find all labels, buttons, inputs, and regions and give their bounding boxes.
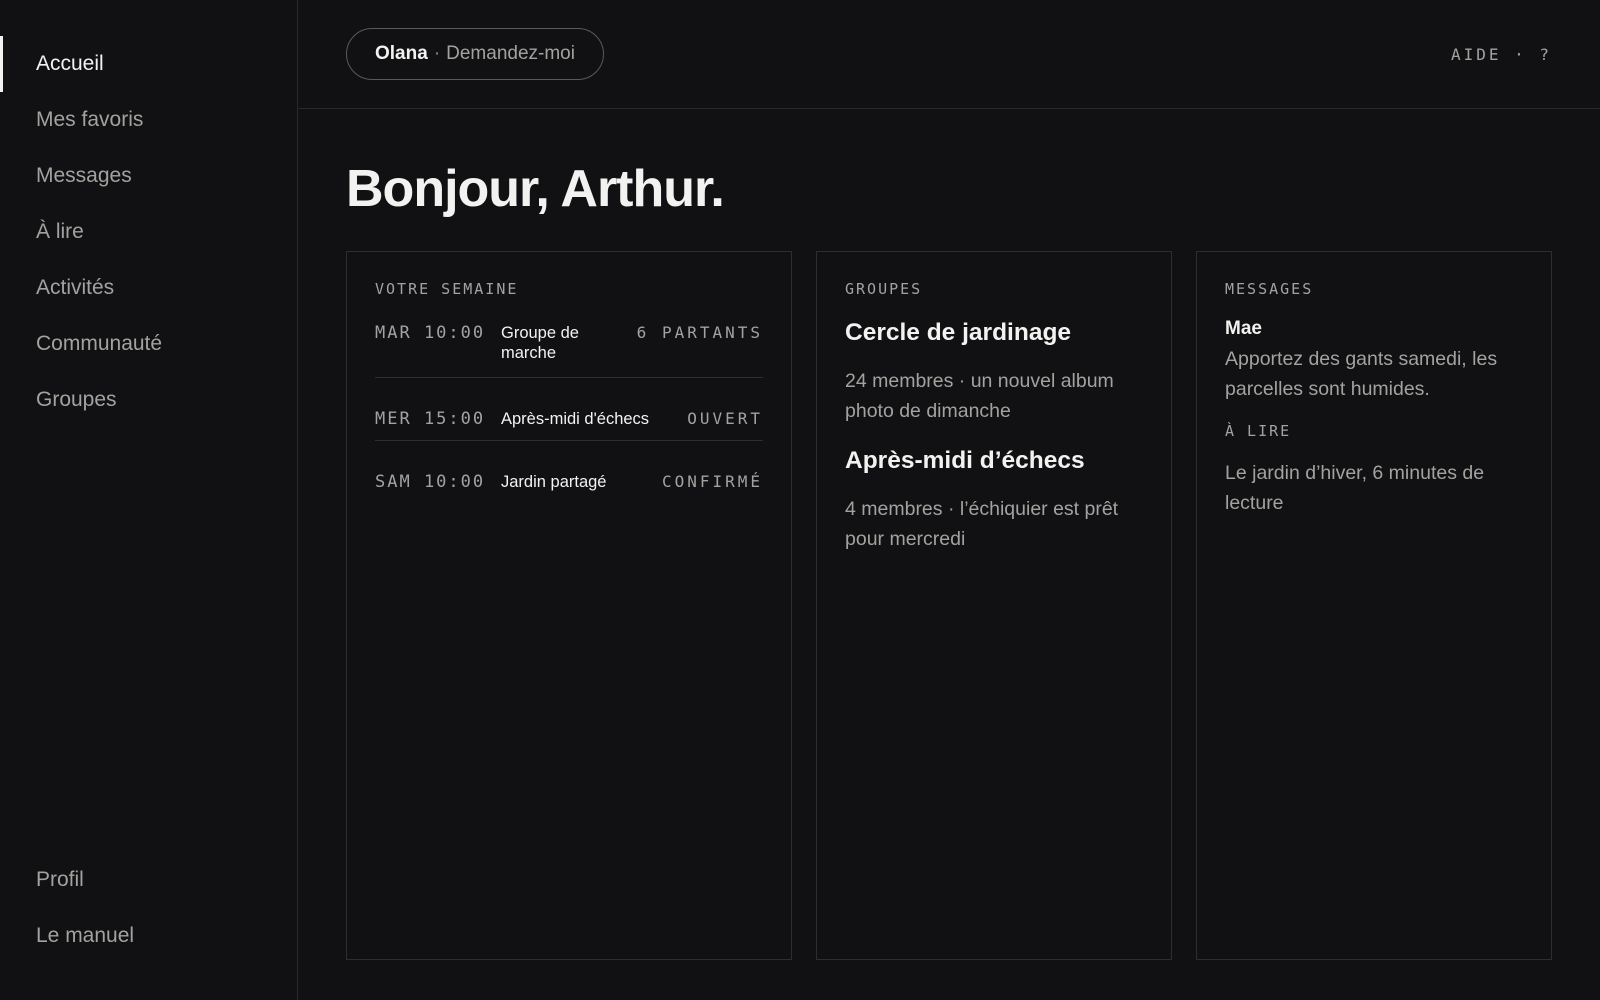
sidebar: Accueil Mes favoris Messages À lire Acti… bbox=[0, 0, 298, 1000]
group-description: 4 membres · l’échiquier est prêt pour me… bbox=[845, 498, 1119, 550]
app-root: Accueil Mes favoris Messages À lire Acti… bbox=[0, 0, 1600, 1000]
sidebar-item-communaute[interactable]: Communauté bbox=[0, 316, 297, 372]
week-heading: VOTRE SEMAINE bbox=[375, 280, 519, 298]
assistant-separator: · bbox=[433, 43, 441, 64]
sidebar-nav: Accueil Mes favoris Messages À lire Acti… bbox=[0, 36, 297, 428]
week-status: 6 PARTANTS bbox=[636, 323, 763, 342]
read-heading: À LIRE bbox=[1225, 422, 1292, 440]
sidebar-item-label: Communauté bbox=[36, 332, 163, 355]
groups-heading: GROUPES bbox=[845, 280, 923, 298]
group-item[interactable]: Cercle de jardinage 24 membres · un nouv… bbox=[845, 318, 1143, 426]
message-sender: Mae bbox=[1225, 318, 1262, 339]
week-status: OUVERT bbox=[687, 409, 763, 428]
assistant-prompt: Demandez-moi bbox=[446, 43, 575, 64]
group-item[interactable]: Après-midi d’échecs 4 membres · l’échiqu… bbox=[845, 446, 1143, 554]
read-item[interactable]: Le jardin d’hiver, 6 minutes de lecture bbox=[1225, 458, 1523, 518]
sidebar-item-activites[interactable]: Activités bbox=[0, 260, 297, 316]
group-name: Après-midi d’échecs bbox=[845, 447, 1085, 474]
assistant-button[interactable]: Olana · Demandez-moi bbox=[346, 28, 604, 80]
message-text: Apportez des gants samedi, les parcelles… bbox=[1225, 348, 1498, 400]
sidebar-item-label: Messages bbox=[36, 164, 132, 187]
week-list: MAR 10:00 Groupe de marche 6 PARTANTS ME… bbox=[375, 312, 763, 503]
group-description: 24 membres · un nouvel album photo de di… bbox=[845, 370, 1114, 422]
cards-row: VOTRE SEMAINE MAR 10:00 Groupe de marche… bbox=[346, 251, 1552, 960]
main-area: Olana · Demandez-moi AIDE · ? Bonjour, A… bbox=[298, 0, 1600, 1000]
groups-card: GROUPES Cercle de jardinage 24 membres ·… bbox=[816, 251, 1172, 960]
week-title: Jardin partagé bbox=[501, 473, 607, 491]
sidebar-item-label: Accueil bbox=[36, 52, 104, 75]
topbar: Olana · Demandez-moi AIDE · ? bbox=[298, 0, 1600, 109]
sidebar-item-label: Groupes bbox=[36, 388, 117, 411]
assistant-name: Olana bbox=[375, 43, 428, 64]
week-title: Après-midi d'échecs bbox=[501, 410, 650, 428]
week-time: SAM 10:00 bbox=[375, 472, 486, 492]
message-item[interactable]: Mae Apportez des gants samedi, les parce… bbox=[1225, 318, 1523, 404]
messages-card: MESSAGES Mae Apportez des gants samedi, … bbox=[1196, 251, 1552, 960]
week-row[interactable]: MER 15:00 Après-midi d'échecs OUVERT bbox=[375, 378, 763, 441]
sidebar-item-label: Le manuel bbox=[36, 924, 135, 947]
sidebar-item-profil[interactable]: Profil bbox=[0, 852, 297, 908]
week-row[interactable]: SAM 10:00 Jardin partagé CONFIRMÉ bbox=[375, 441, 763, 503]
sidebar-item-label: Activités bbox=[36, 276, 115, 299]
group-name: Cercle de jardinage bbox=[845, 319, 1072, 346]
week-time: MAR 10:00 bbox=[375, 323, 486, 343]
week-card: VOTRE SEMAINE MAR 10:00 Groupe de marche… bbox=[346, 251, 792, 960]
page-title: Bonjour, Arthur. bbox=[346, 160, 725, 218]
sidebar-item-accueil[interactable]: Accueil bbox=[0, 36, 297, 92]
week-time: MER 15:00 bbox=[375, 409, 486, 429]
messages-heading: MESSAGES bbox=[1225, 280, 1314, 298]
week-row[interactable]: MAR 10:00 Groupe de marche 6 PARTANTS bbox=[375, 312, 763, 378]
sidebar-item-label: À lire bbox=[36, 220, 84, 243]
week-title: Groupe de marche bbox=[501, 324, 579, 362]
week-status: CONFIRMÉ bbox=[661, 472, 763, 491]
help-link[interactable]: AIDE · ? bbox=[1451, 45, 1552, 64]
sidebar-item-label: Profil bbox=[36, 868, 84, 891]
sidebar-item-a-lire[interactable]: À lire bbox=[0, 204, 297, 260]
sidebar-item-mes-favoris[interactable]: Mes favoris bbox=[0, 92, 297, 148]
sidebar-bottom-nav: Profil Le manuel bbox=[0, 852, 297, 964]
content: Bonjour, Arthur. VOTRE SEMAINE MAR 10:00… bbox=[298, 109, 1600, 960]
sidebar-item-le-manuel[interactable]: Le manuel bbox=[0, 908, 297, 964]
sidebar-item-messages[interactable]: Messages bbox=[0, 148, 297, 204]
sidebar-item-label: Mes favoris bbox=[36, 108, 144, 131]
sidebar-item-groupes[interactable]: Groupes bbox=[0, 372, 297, 428]
